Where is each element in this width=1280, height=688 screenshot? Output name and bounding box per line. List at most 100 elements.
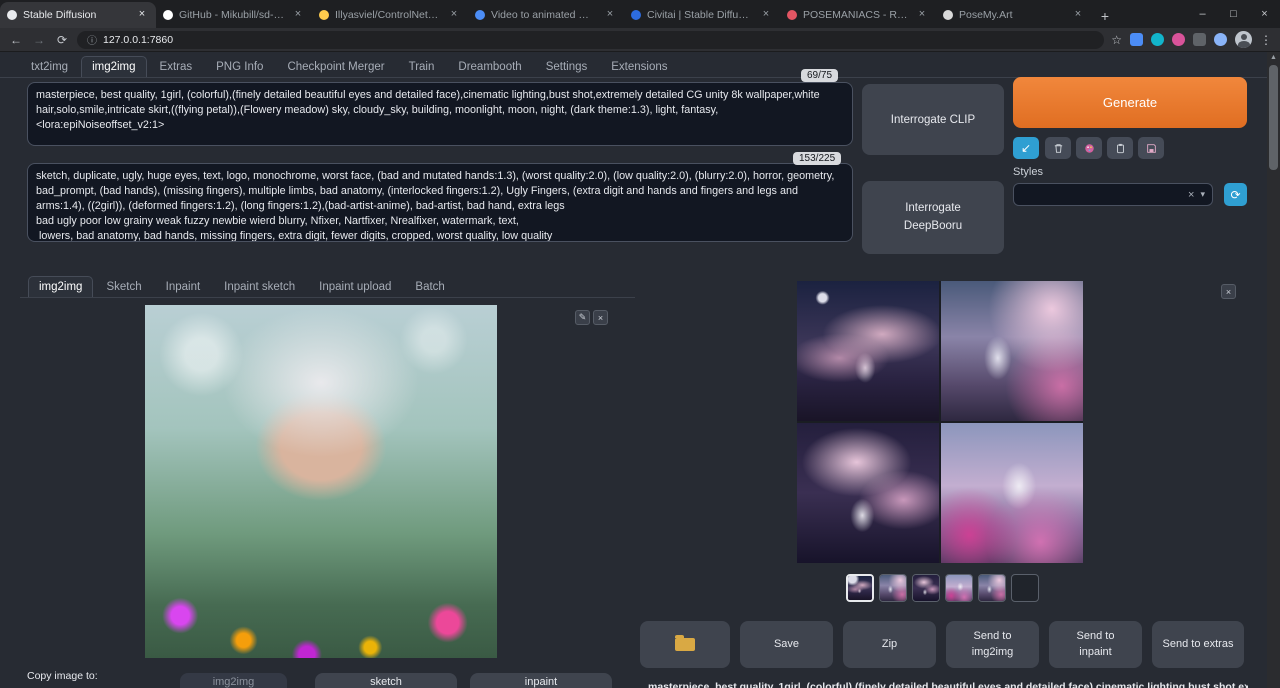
tab-mode-sketch[interactable]: Sketch [95,276,152,297]
toolbar-right-icons: ☆ ⋮ [1111,31,1272,48]
styles-dropdown[interactable]: × ▾ [1013,183,1213,206]
close-gallery-button[interactable]: × [1221,284,1236,299]
remove-image-button[interactable]: × [593,310,608,325]
extension-icon-3[interactable] [1172,33,1185,46]
tab-txt2img[interactable]: txt2img [20,56,79,77]
refresh-styles-button[interactable]: ⟳ [1224,183,1247,206]
window-maximize-button[interactable]: □ [1218,0,1249,28]
tab-close-icon[interactable]: × [915,8,929,22]
copy-to-sketch-button[interactable]: sketch [315,673,457,688]
browser-tab-stable-diffusion[interactable]: Stable Diffusion × [0,2,156,28]
address-bar[interactable]: ⓘ 127.0.0.1:7860 [77,31,1104,49]
copy-to-img2img-button[interactable]: img2img [180,673,287,688]
tab-close-icon[interactable]: × [447,8,461,22]
tab-extras[interactable]: Extras [149,56,204,77]
new-tab-button[interactable]: + [1092,4,1118,28]
tab-close-icon[interactable]: × [291,8,305,22]
trash-icon [1053,143,1064,154]
browser-tab-gif-converter[interactable]: Video to animated GIF converter × [468,2,624,28]
tab-favicon [787,10,797,20]
scroll-up-icon[interactable]: ▲ [1267,52,1280,64]
gallery-thumbnail-5[interactable] [978,574,1006,602]
tab-mode-inpaint-upload[interactable]: Inpaint upload [308,276,402,297]
gallery-image-3[interactable] [797,423,939,563]
main-tabs: txt2img img2img Extras PNG Info Checkpoi… [0,52,1267,78]
gallery-thumbnail-2[interactable] [879,574,907,602]
window-minimize-button[interactable]: – [1187,0,1218,28]
browser-menu-icon[interactable]: ⋮ [1260,33,1272,47]
tab-mode-batch[interactable]: Batch [404,276,455,297]
interrogate-clip-button[interactable]: Interrogate CLIP [862,84,1004,155]
send-to-inpaint-button[interactable]: Send to inpaint [1049,621,1142,668]
gallery-thumbnail-1[interactable] [846,574,874,602]
tab-title: POSEMANIACS - Royalty free 3 [803,9,909,21]
prompt-input[interactable]: masterpiece, best quality, 1girl, (color… [27,82,853,146]
tab-mode-img2img[interactable]: img2img [28,276,93,297]
browser-tab-posemaniacs[interactable]: POSEMANIACS - Royalty free 3 × [780,2,936,28]
bookmark-star-icon[interactable]: ☆ [1111,33,1122,47]
floppy-icon [1146,143,1157,154]
tab-png-info[interactable]: PNG Info [205,56,274,77]
edit-icon: ✎ [579,312,587,323]
reload-icon[interactable]: ⟳ [54,33,70,47]
profile-avatar[interactable] [1235,31,1252,48]
generation-info-text: masterpiece, best quality, 1girl, (color… [648,681,1248,688]
clipboard-icon [1115,143,1126,154]
tab-close-icon[interactable]: × [1071,8,1085,22]
tab-train[interactable]: Train [398,56,446,77]
tab-img2img[interactable]: img2img [81,56,146,77]
tab-dreambooth[interactable]: Dreambooth [447,56,532,77]
tab-checkpoint-merger[interactable]: Checkpoint Merger [276,56,395,77]
tab-title: Civitai | Stable Diffusion model [647,9,753,21]
scrollbar-thumb[interactable] [1269,65,1278,170]
zip-button[interactable]: Zip [843,621,936,668]
negative-prompt-input[interactable]: sketch, duplicate, ugly, huge eyes, text… [27,163,853,242]
paste-params-button[interactable]: ↙ [1013,137,1039,159]
extension-icon-4[interactable] [1193,33,1206,46]
close-icon: × [1226,287,1231,297]
tab-settings[interactable]: Settings [535,56,599,77]
send-to-extras-button[interactable]: Send to extras [1152,621,1244,668]
back-icon[interactable]: ← [8,33,24,47]
save-style-button[interactable] [1138,137,1164,159]
copy-to-inpaint-button[interactable]: inpaint [470,673,612,688]
gallery-thumbnail-3[interactable] [912,574,940,602]
page-scrollbar[interactable]: ▲ [1267,52,1280,688]
site-info-icon[interactable]: ⓘ [87,32,97,47]
tab-mode-inpaint[interactable]: Inpaint [155,276,212,297]
extension-icon-1[interactable] [1130,33,1143,46]
tab-extensions[interactable]: Extensions [600,56,678,77]
forward-icon[interactable]: → [31,33,47,47]
gallery-thumbnail-4[interactable] [945,574,973,602]
gallery-image-1[interactable] [797,281,939,421]
gallery-image-4[interactable] [941,423,1083,563]
tab-close-icon[interactable]: × [759,8,773,22]
tab-close-icon[interactable]: × [603,8,617,22]
clear-prompt-button[interactable] [1045,137,1071,159]
extra-networks-button[interactable] [1076,137,1102,159]
open-folder-button[interactable] [640,621,730,668]
edit-image-button[interactable]: ✎ [575,310,590,325]
thumbnail-image [979,575,1005,601]
source-image-preview[interactable] [145,305,497,658]
browser-tab-civitai[interactable]: Civitai | Stable Diffusion model × [624,2,780,28]
browser-tab-posemyart[interactable]: PoseMy.Art × [936,2,1092,28]
thumbnail-image [880,575,906,601]
styles-clear-icon[interactable]: × [1188,189,1194,201]
gallery-thumbnail-6[interactable] [1011,574,1039,602]
send-to-img2img-button[interactable]: Send to img2img [946,621,1039,668]
extension-icon-5[interactable] [1214,33,1227,46]
browser-tab-github[interactable]: GitHub - Mikubill/sd-webui-con × [156,2,312,28]
apply-style-button[interactable] [1107,137,1133,159]
tab-mode-inpaint-sketch[interactable]: Inpaint sketch [213,276,306,297]
gallery-image-2[interactable] [941,281,1083,421]
browser-tab-controlnet[interactable]: Illyasviel/ControlNet at main × [312,2,468,28]
window-close-button[interactable]: × [1249,0,1280,28]
save-button[interactable]: Save [740,621,833,668]
generate-button[interactable]: Generate [1013,77,1247,128]
tab-close-icon[interactable]: × [135,8,149,22]
styles-label: Styles [1013,166,1043,178]
interrogate-deepbooru-button[interactable]: Interrogate DeepBooru [862,181,1004,254]
chevron-down-icon[interactable]: ▾ [1200,189,1205,200]
extension-icon-2[interactable] [1151,33,1164,46]
